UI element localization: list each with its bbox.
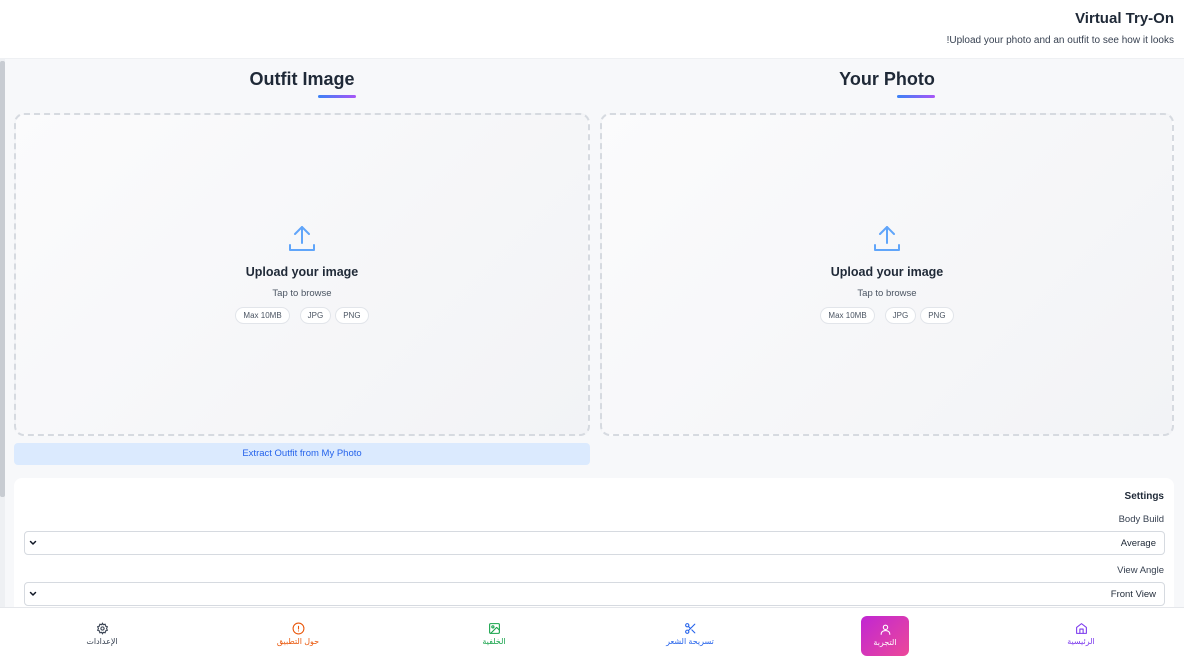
photo-panel-title: Your Photo	[839, 69, 935, 89]
page-subtitle: !Upload your photo and an outfit to see …	[946, 35, 1174, 46]
outfit-panel-title: Outfit Image	[249, 69, 355, 89]
settings-title: Settings	[1124, 491, 1164, 502]
user-icon	[880, 624, 890, 635]
png-chip: PNG	[335, 307, 369, 324]
title-underline	[318, 95, 356, 98]
info-icon	[292, 622, 304, 635]
nav-item-tryon[interactable]: التجربة	[861, 616, 909, 656]
upload-subtext: Tap to browse	[272, 288, 332, 299]
nav-label: الخلفية	[482, 637, 506, 646]
upload-icon	[874, 226, 900, 251]
scrollbar[interactable]	[0, 59, 5, 607]
body-build-label: Body Build	[1118, 514, 1164, 525]
upload-icon	[289, 226, 315, 251]
jpg-chip: JPG	[884, 307, 917, 324]
nav-item-home[interactable]: الرئيسية	[1041, 616, 1121, 656]
max-size-chip: Max 10MB	[820, 307, 875, 324]
max-size-chip: Max 10MB	[235, 307, 290, 324]
upload-subtext: Tap to browse	[857, 288, 917, 299]
extract-outfit-button[interactable]: Extract Outfit from My Photo	[14, 443, 590, 465]
nav-label: تسريحة الشعر	[666, 637, 714, 646]
home-icon	[1075, 623, 1087, 634]
gear-icon	[96, 622, 108, 635]
outfit-upload-dropzone[interactable]: Upload your image Tap to browse Max 10MB…	[14, 113, 590, 436]
upload-heading: Upload your image	[245, 265, 359, 279]
image-icon	[488, 623, 500, 634]
nav-label: الرئيسية	[1067, 637, 1095, 646]
bottom-nav: الإعدادات حول التطبيق الخلفية تسريحة الش…	[0, 607, 1184, 662]
chevron-down-icon	[29, 540, 37, 545]
nav-label: حول التطبيق	[276, 637, 320, 646]
main-content: Outfit Image Upload your image Tap to br…	[0, 59, 1184, 607]
chevron-down-icon	[29, 591, 37, 596]
scissors-icon	[684, 623, 695, 634]
body-build-value: Average	[1120, 538, 1156, 549]
nav-item-hairstyle[interactable]: تسريحة الشعر	[650, 616, 730, 656]
photo-upload-dropzone[interactable]: Upload your image Tap to browse Max 10MB…	[600, 113, 1174, 436]
body-build-select[interactable]: Average	[24, 531, 1165, 555]
nav-label: الإعدادات	[86, 637, 118, 646]
nav-label: التجربة	[873, 638, 897, 647]
title-underline	[897, 95, 935, 98]
jpg-chip: JPG	[299, 307, 332, 324]
nav-item-about[interactable]: حول التطبيق	[258, 616, 338, 656]
header: Virtual Try-On !Upload your photo and an…	[0, 0, 1184, 59]
view-angle-label: View Angle	[1117, 565, 1164, 576]
scrollbar-thumb[interactable]	[0, 61, 5, 497]
nav-item-background[interactable]: الخلفية	[454, 616, 534, 656]
settings-card: Settings Body Build Average View Angle F…	[14, 478, 1174, 607]
nav-item-settings[interactable]: الإعدادات	[62, 616, 142, 656]
png-chip: PNG	[920, 307, 954, 324]
upload-heading: Upload your image	[830, 265, 944, 279]
view-angle-value: Front View	[1110, 589, 1156, 600]
view-angle-select[interactable]: Front View	[24, 582, 1165, 606]
page-title: Virtual Try-On	[1075, 10, 1174, 27]
